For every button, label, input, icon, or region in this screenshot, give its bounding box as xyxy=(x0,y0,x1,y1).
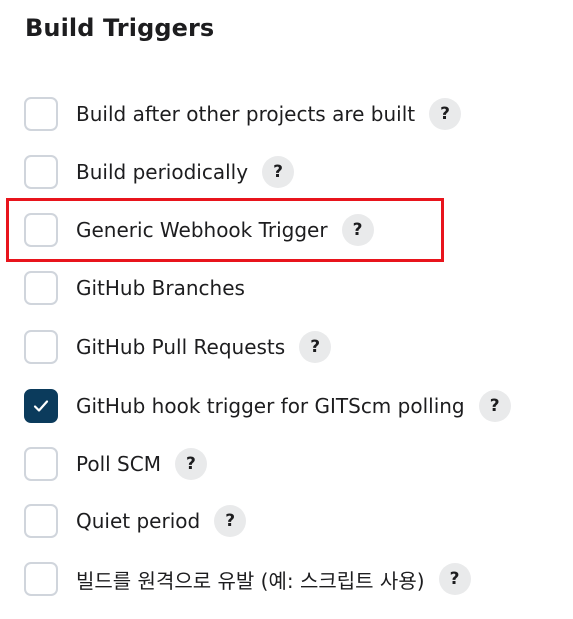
checkbox-poll-scm[interactable] xyxy=(24,447,58,481)
trigger-github-hook-gitscm[interactable]: GitHub hook trigger for GITScm polling ? xyxy=(24,388,511,424)
trigger-label[interactable]: GitHub hook trigger for GITScm polling xyxy=(76,394,465,418)
trigger-label[interactable]: Generic Webhook Trigger xyxy=(76,218,328,242)
help-icon[interactable]: ? xyxy=(341,214,374,246)
checkbox-build-periodically[interactable] xyxy=(24,155,58,189)
trigger-label[interactable]: Build periodically xyxy=(76,160,248,184)
trigger-label[interactable]: Build after other projects are built xyxy=(76,102,415,126)
checkbox-github-hook-gitscm[interactable] xyxy=(24,389,58,423)
checkbox-generic-webhook[interactable] xyxy=(24,213,58,247)
trigger-build-after-other-projects[interactable]: Build after other projects are built ? xyxy=(24,96,462,132)
build-trigger-list: Build after other projects are built ? B… xyxy=(0,0,573,619)
trigger-github-pull-requests[interactable]: GitHub Pull Requests ? xyxy=(24,329,332,365)
trigger-label[interactable]: Quiet period xyxy=(76,509,200,533)
help-icon[interactable]: ? xyxy=(438,563,471,595)
trigger-label[interactable]: Poll SCM xyxy=(76,452,161,476)
help-icon[interactable]: ? xyxy=(174,448,207,480)
help-icon[interactable]: ? xyxy=(478,390,511,422)
checkbox-remote-build[interactable] xyxy=(24,562,58,596)
trigger-label[interactable]: GitHub Pull Requests xyxy=(76,335,285,359)
help-icon[interactable]: ? xyxy=(214,505,247,537)
trigger-label[interactable]: GitHub Branches xyxy=(76,276,245,300)
checkbox-build-after-other-projects[interactable] xyxy=(24,97,58,131)
trigger-poll-scm[interactable]: Poll SCM ? xyxy=(24,446,207,482)
trigger-build-periodically[interactable]: Build periodically ? xyxy=(24,154,295,190)
help-icon[interactable]: ? xyxy=(262,156,295,188)
trigger-github-branches[interactable]: GitHub Branches xyxy=(24,270,245,306)
checkbox-quiet-period[interactable] xyxy=(24,504,58,538)
trigger-quiet-period[interactable]: Quiet period ? xyxy=(24,503,247,539)
trigger-remote-build[interactable]: 빌드를 원격으로 유발 (예: 스크립트 사용) ? xyxy=(24,561,471,597)
help-icon[interactable]: ? xyxy=(299,331,332,363)
help-icon[interactable]: ? xyxy=(429,98,462,130)
trigger-label[interactable]: 빌드를 원격으로 유발 (예: 스크립트 사용) xyxy=(76,565,425,594)
trigger-generic-webhook[interactable]: Generic Webhook Trigger ? xyxy=(24,212,374,248)
checkbox-github-branches[interactable] xyxy=(24,271,58,305)
checkbox-github-pull-requests[interactable] xyxy=(24,330,58,364)
check-icon xyxy=(33,400,49,412)
